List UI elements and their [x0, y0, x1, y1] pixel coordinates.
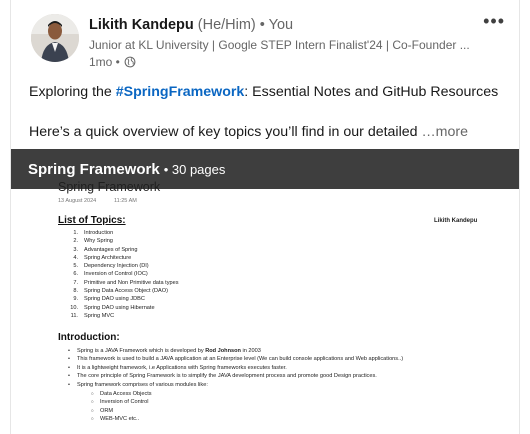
- toc-item-number: 2.: [73, 238, 78, 245]
- intro-item: Spring framework comprises of various mo…: [68, 381, 403, 389]
- intro-item-bold: Rod Johnson: [205, 348, 241, 354]
- toc-item-number: 4.: [73, 254, 78, 261]
- page-author: Likith Kandepu: [434, 218, 478, 224]
- post-options-button[interactable]: •••: [483, 12, 505, 30]
- post-text-line2: Here’s a quick overview of key topics yo…: [29, 122, 503, 142]
- toc-item: 10. Spring DAO using Hibernate: [58, 304, 179, 312]
- intro-item: The core principle of Spring Framework i…: [68, 372, 403, 380]
- post-timestamp: 1mo •: [89, 55, 469, 69]
- post-text-suffix: : Essential Notes and GitHub Resources: [244, 84, 499, 100]
- see-more-button[interactable]: …more: [421, 124, 468, 140]
- toc-item: 3. Advantages of Spring: [58, 246, 179, 254]
- intro-list: Spring is a JAVA Framework which is deve…: [68, 347, 403, 389]
- module-item: Data Access Objects: [91, 390, 152, 398]
- intro-item-text: The core principle of Spring Framework i…: [77, 373, 377, 380]
- module-item: WEB-MVC etc..: [91, 415, 152, 423]
- toc-item-number: 6.: [73, 271, 78, 278]
- document-page-count: • 30 pages: [163, 161, 226, 177]
- toc-item-number: 5.: [73, 263, 78, 270]
- post-text-line2-content: Here’s a quick overview of key topics yo…: [29, 124, 422, 140]
- author-pronouns: (He/Him): [197, 17, 256, 33]
- author-info: Likith Kandepu (He/Him) • You Junior at …: [89, 16, 469, 69]
- toc-item-label: Inversion of Control (IOC): [84, 271, 148, 278]
- avatar-image-icon: [31, 14, 79, 62]
- post-text: Exploring the #SpringFramework: Essentia…: [29, 82, 503, 142]
- toc-item: 11. Spring MVC: [58, 312, 179, 320]
- toc-item-number: 7.: [73, 279, 78, 286]
- document-page: Spring Framework 13 August 2024 11:25 AM…: [11, 149, 519, 434]
- globe-icon: [124, 56, 136, 68]
- intro-heading: Introduction:: [58, 332, 120, 343]
- toc-item-number: 10.: [70, 304, 78, 311]
- toc-item-label: Advantages of Spring: [84, 246, 138, 253]
- toc-item: 5. Dependency Injection (DI): [58, 262, 179, 270]
- toc-item-number: 9.: [73, 296, 78, 303]
- toc-item-number: 11.: [70, 312, 78, 319]
- document-title-bar: Spring Framework • 30 pages: [11, 149, 519, 189]
- toc-item-label: Spring MVC: [84, 312, 115, 319]
- toc-item: 4. Spring Architecture: [58, 254, 179, 262]
- page-date: 13 August 2024: [58, 198, 97, 204]
- post-text-prefix: Exploring the: [29, 84, 116, 100]
- toc-list: 1. Introduction 2. Why Spring 3. Advantages o…: [58, 229, 179, 320]
- connection-degree: • You: [259, 17, 294, 33]
- toc-item-number: 1.: [73, 230, 78, 236]
- feed-post-card: Likith Kandepu (He/Him) • You Junior at …: [10, 0, 520, 434]
- toc-item: 7. Primitive and Non Primitive data types: [58, 279, 179, 287]
- toc-item-label: Spring Architecture: [84, 254, 132, 261]
- post-text-line1: Exploring the #SpringFramework: Essentia…: [29, 82, 503, 102]
- toc-item-label: Why Spring: [84, 238, 113, 245]
- toc-item: 2. Why Spring: [58, 237, 179, 245]
- post-header: Likith Kandepu (He/Him) • You Junior at …: [31, 12, 509, 76]
- toc-item: 9. Spring DAO using JDBC: [58, 295, 179, 303]
- intro-item: It is a lightweight framework, i.e Appli…: [68, 364, 403, 372]
- toc-item-label: Spring Data Access Object (DAO): [84, 288, 168, 295]
- toc-item: 6. Inversion of Control (IOC): [58, 270, 179, 278]
- intro-item: Spring is a JAVA Framework which is deve…: [68, 347, 403, 355]
- page-time: 11:25 AM: [114, 198, 137, 204]
- toc-item-label: Introduction: [84, 230, 114, 236]
- toc-item: 8. Spring Data Access Object (DAO): [58, 287, 179, 295]
- toc-heading: List of Topics:: [58, 215, 126, 226]
- toc-item-label: Dependency Injection (DI): [84, 263, 149, 270]
- toc-item-number: 8.: [73, 288, 78, 295]
- intro-item-suffix: in 2003: [240, 348, 261, 354]
- author-name-line: Likith Kandepu (He/Him) • You: [89, 16, 469, 34]
- intro-item-text: It is a lightweight framework, i.e Appli…: [77, 364, 287, 371]
- modules-list: Data Access ObjectsInversion of ControlO…: [91, 390, 152, 424]
- module-item: Inversion of Control: [91, 398, 152, 406]
- intro-item-text: Spring is a JAVA Framework which is deve…: [77, 348, 206, 354]
- intro-item-text: This framework is used to build a JAVA a…: [77, 356, 404, 363]
- intro-item-text: Spring framework comprises of various mo…: [77, 381, 208, 388]
- author-name[interactable]: Likith Kandepu: [89, 17, 194, 33]
- toc-item-label: Primitive and Non Primitive data types: [84, 279, 179, 286]
- module-item: ORM: [91, 407, 152, 415]
- toc-item-label: Spring DAO using Hibernate: [84, 304, 155, 311]
- toc-item-label: Spring DAO using JDBC: [84, 296, 145, 303]
- author-headline: Junior at KL University | Google STEP In…: [89, 38, 469, 52]
- toc-item-number: 3.: [73, 246, 78, 253]
- intro-item: This framework is used to build a JAVA a…: [68, 355, 403, 363]
- document-title: Spring Framework: [28, 160, 160, 178]
- document-carousel[interactable]: Spring Framework 13 August 2024 11:25 AM…: [11, 149, 519, 434]
- avatar[interactable]: [31, 14, 79, 62]
- toc-item: 1. Introduction: [58, 229, 179, 237]
- post-time: 1mo •: [89, 55, 120, 69]
- hashtag-link[interactable]: #SpringFramework: [116, 84, 245, 100]
